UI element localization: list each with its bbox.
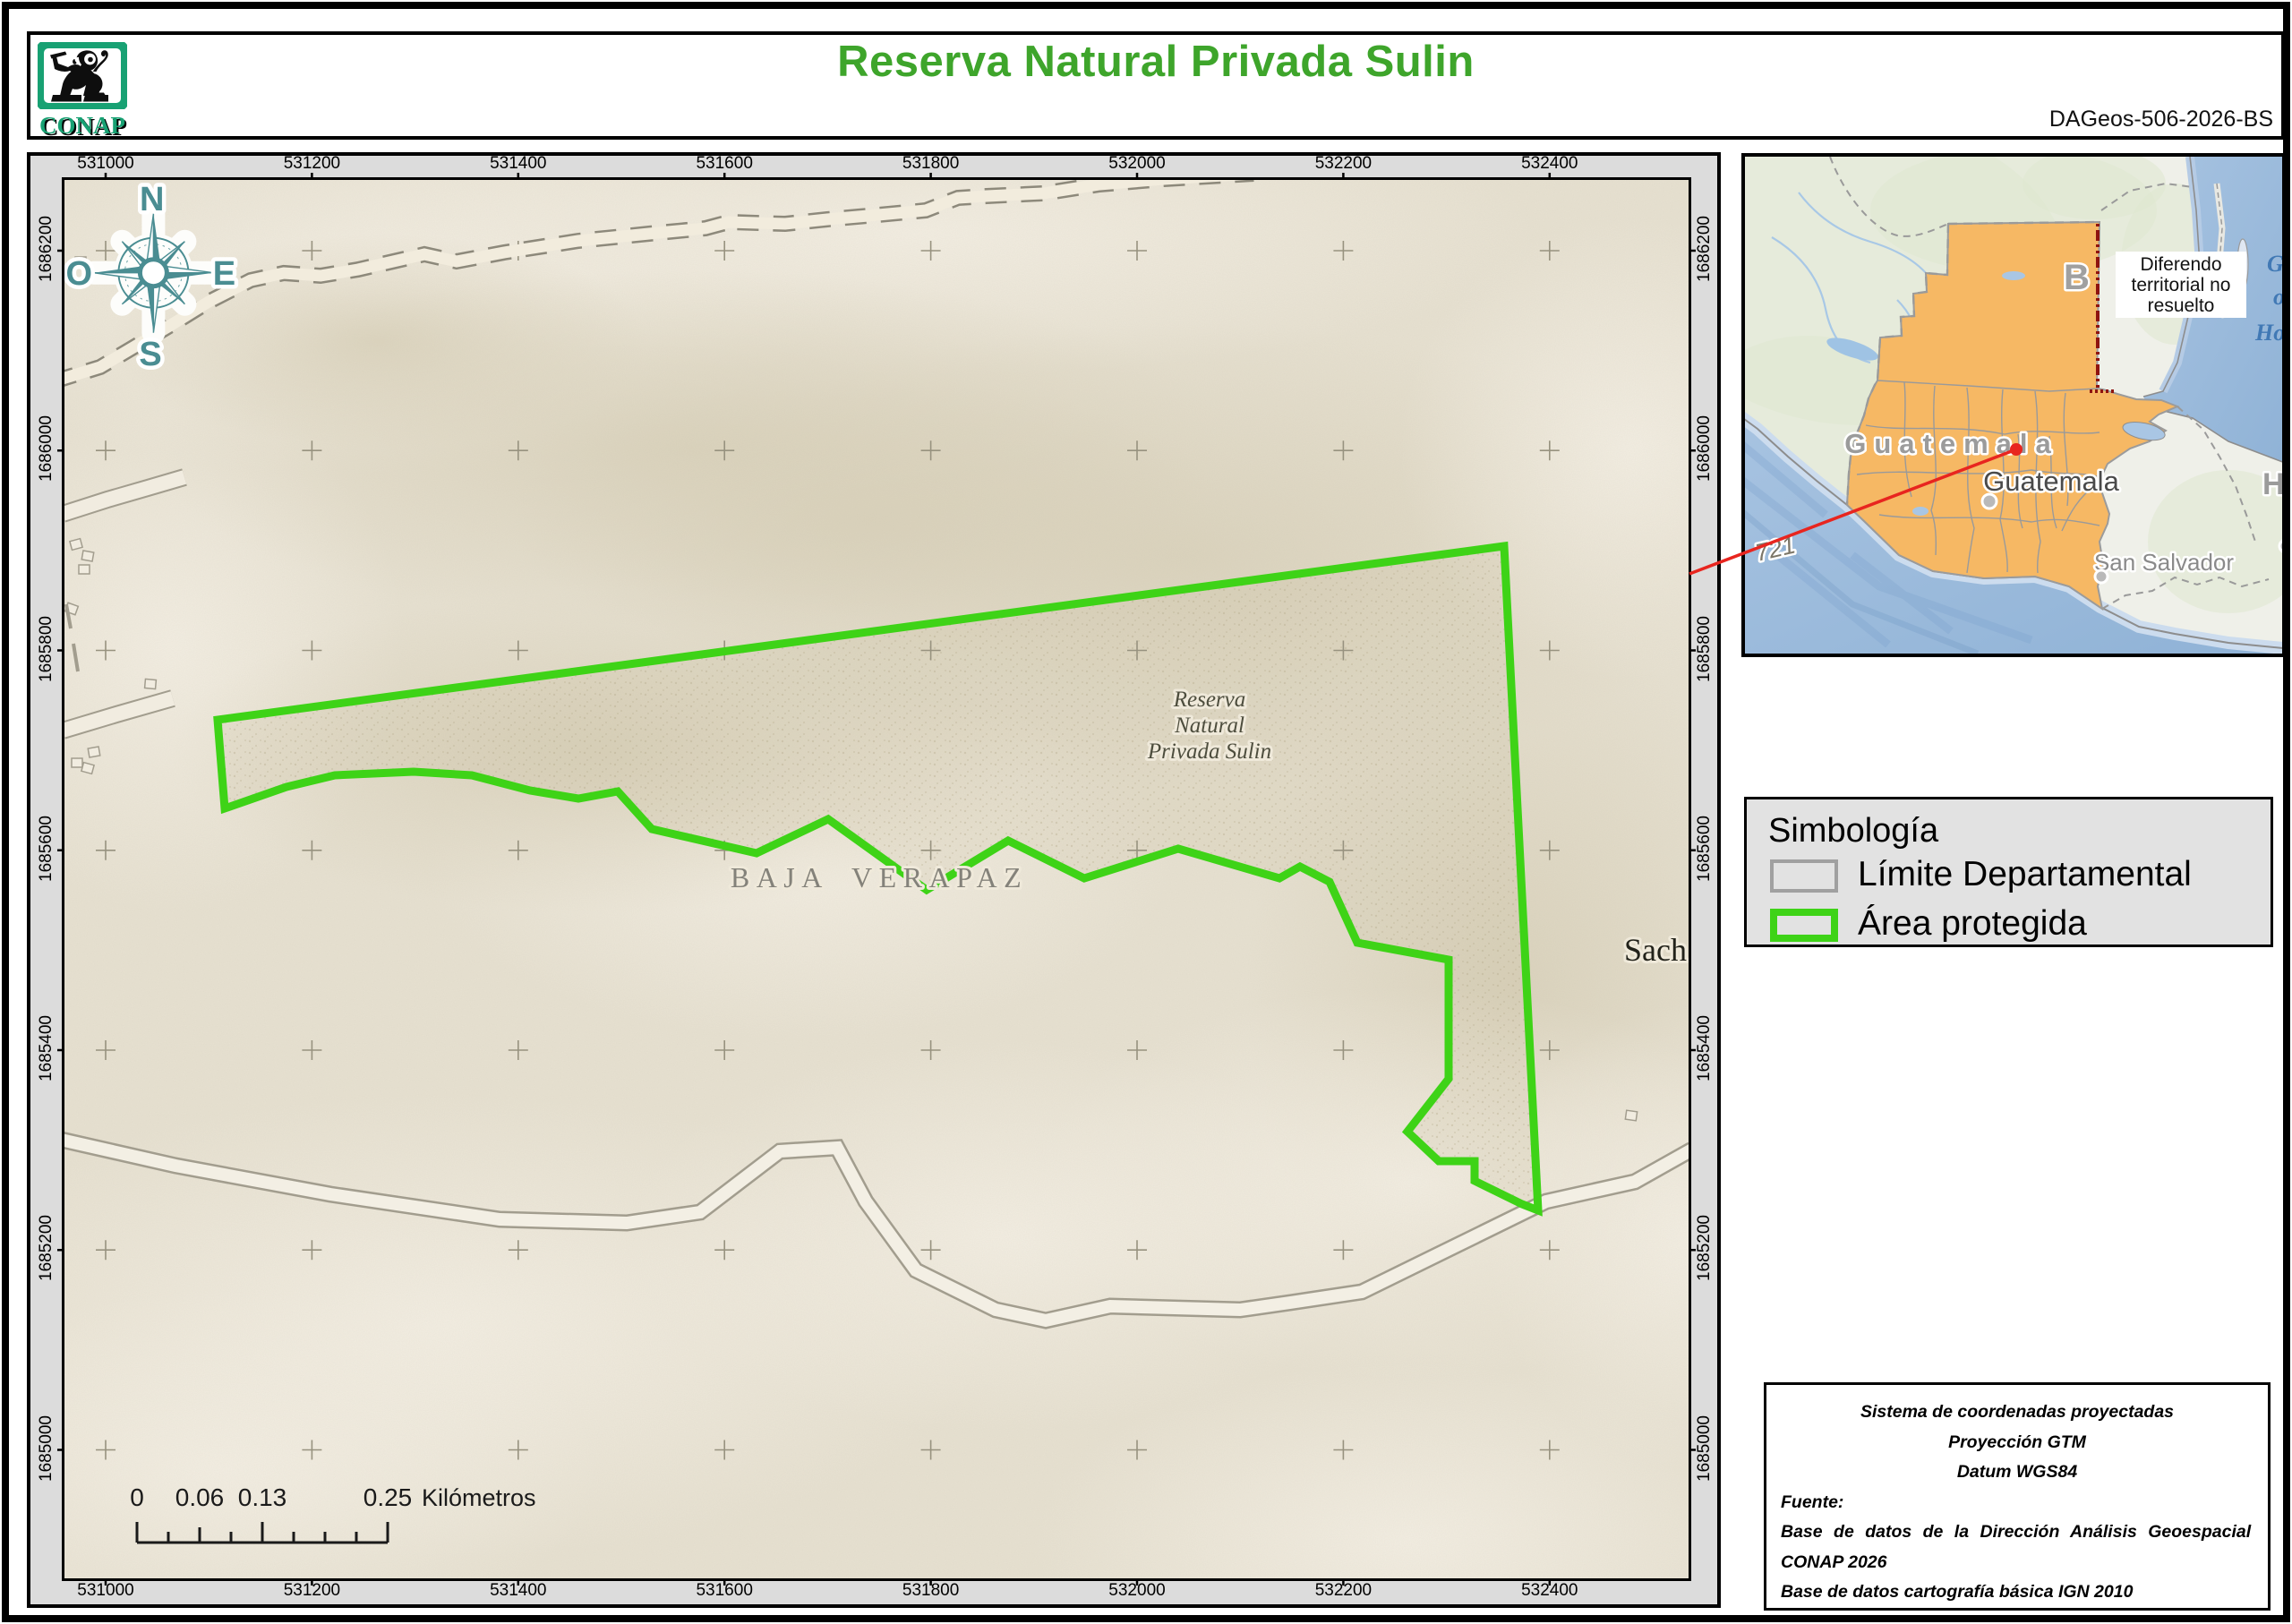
svg-text:Gu: Gu: [2267, 251, 2282, 277]
svg-text:0.13: 0.13: [238, 1483, 287, 1511]
svg-text:territorial no: territorial no: [2132, 275, 2231, 295]
svg-text:Hond: Hond: [2254, 320, 2282, 346]
svg-text:San Salvador: San Salvador: [2094, 549, 2234, 576]
svg-text:BAJA VERAPAZ: BAJA VERAPAZ: [731, 861, 1028, 893]
svg-text:Privada Sulin: Privada Sulin: [1147, 739, 1271, 764]
svg-text:Guatemala: Guatemala: [1983, 466, 2119, 497]
svg-text:Diferendo: Diferendo: [2140, 254, 2221, 275]
svg-text:Reserva: Reserva: [1173, 688, 1246, 712]
svg-text:0.06: 0.06: [175, 1483, 225, 1511]
svg-text:Natural: Natural: [1174, 714, 1244, 738]
svg-text:0: 0: [130, 1483, 144, 1511]
svg-text:B: B: [2064, 258, 2099, 297]
svg-text:E: E: [213, 255, 235, 293]
svg-text:Sach: Sach: [1624, 932, 1687, 968]
svg-text:N: N: [140, 181, 164, 218]
svg-text:resuelto: resuelto: [2148, 295, 2215, 316]
svg-text:Guatemala: Guatemala: [1844, 428, 2059, 459]
svg-text:O: O: [66, 255, 93, 293]
svg-text:Kilómetros: Kilómetros: [422, 1484, 536, 1511]
svg-text:Ho: Ho: [2262, 467, 2282, 501]
svg-text:S: S: [139, 336, 161, 373]
svg-text:0.25: 0.25: [363, 1483, 413, 1511]
svg-text:o: o: [2273, 284, 2282, 310]
